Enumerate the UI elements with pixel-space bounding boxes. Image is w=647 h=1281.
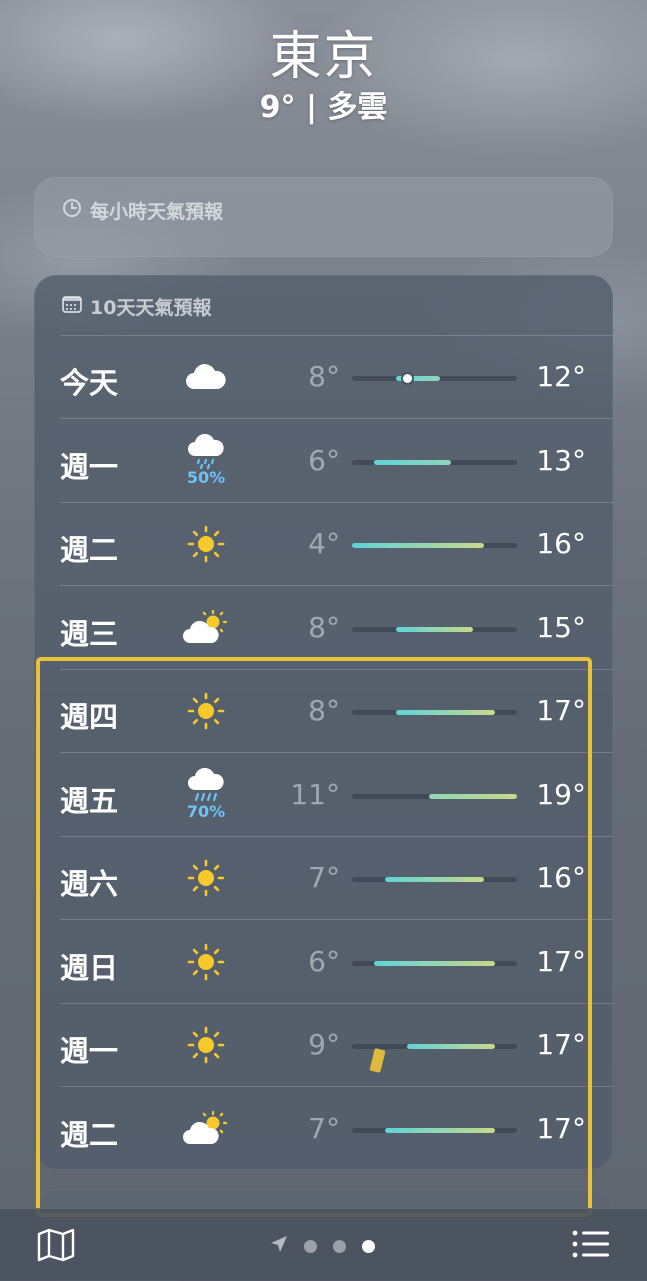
list-icon[interactable]: [572, 1229, 610, 1263]
temp-range-bar: [352, 543, 484, 548]
temp-range-bar: [374, 459, 451, 465]
low-temp: 8°: [308, 360, 340, 393]
map-icon[interactable]: [36, 1227, 76, 1267]
sun-icon: [184, 517, 228, 571]
forecast-day: 週三: [60, 616, 119, 651]
hourly-forecast-card[interactable]: 每小時天氣預報: [34, 177, 613, 257]
page-indicator[interactable]: [270, 1235, 375, 1257]
hourly-forecast-label: 每小時天氣預報: [90, 201, 224, 223]
temp-range-track: [352, 374, 517, 383]
bottom-toolbar: [0, 1208, 647, 1281]
forecast-day: 週一: [60, 449, 119, 484]
hourly-forecast-title: 每小時天氣預報: [62, 197, 223, 224]
selection-highlight: [36, 657, 592, 1217]
low-temp: 4°: [308, 527, 340, 560]
current-temp-dot: [402, 374, 412, 383]
forecast-row[interactable]: 今天 8° 12°: [60, 336, 613, 419]
high-temp: 13°: [536, 443, 586, 477]
forecast-day: 週二: [60, 533, 119, 567]
calendar-icon: [62, 295, 82, 318]
high-temp: 12°: [536, 360, 586, 393]
ten-day-forecast-label: 10天天氣預報: [90, 297, 212, 319]
city-name: 東京: [269, 27, 378, 87]
low-temp: 8°: [308, 610, 340, 644]
partly-cloudy-icon: [183, 601, 228, 655]
ten-day-forecast-title: 10天天氣預報: [62, 293, 211, 320]
forecast-day: 今天: [60, 366, 119, 400]
high-temp: 16°: [536, 527, 586, 560]
clock-icon: [62, 198, 82, 223]
current-summary: 9° | 多雲: [259, 90, 388, 125]
forecast-row[interactable]: 週一 50% 6° 13°: [60, 420, 613, 503]
low-temp: 6°: [308, 443, 340, 477]
page-dot[interactable]: [304, 1239, 317, 1253]
cloud-rain-icon: 50%: [184, 433, 228, 488]
forecast-row[interactable]: 週二 4° 16°: [60, 503, 613, 586]
temp-range-track: [352, 626, 517, 632]
location-arrow-icon: [270, 1235, 288, 1257]
temp-range-bar: [396, 626, 473, 632]
page-dot-active[interactable]: [362, 1239, 375, 1253]
temp-range-track: [352, 543, 517, 548]
precip-chance: 50%: [186, 467, 226, 487]
page-dot[interactable]: [333, 1239, 346, 1253]
cloud-icon: [184, 350, 228, 404]
high-temp: 15°: [536, 610, 586, 644]
temp-range-track: [352, 459, 517, 465]
